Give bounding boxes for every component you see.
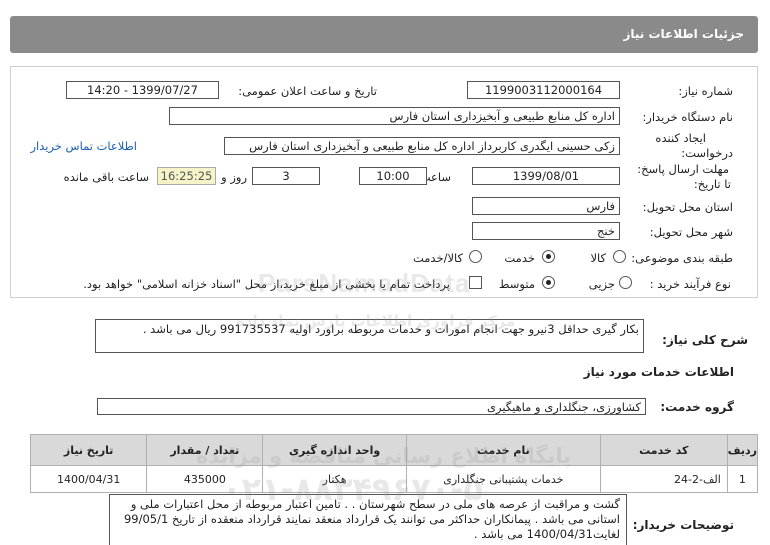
cell-date: 1400/04/31 — [29, 465, 148, 493]
cell-code: الف-2-24 — [599, 465, 728, 493]
cell-name: خدمات پشتیبانی جنگلداری — [405, 465, 601, 493]
summary-field: بکار گیری حداقل 3نیرو جهت انجام امورات و… — [95, 319, 644, 353]
days-remaining-field: 3 — [252, 167, 320, 185]
deadline-time-field: 10:00 — [359, 167, 427, 185]
buyer-field: اداره کل منابع طبیعی و آبخیزداری استان ف… — [169, 107, 620, 125]
col-header-row: ردیف — [726, 434, 759, 466]
col-header-date: تاریخ نیاز — [29, 434, 148, 466]
announce-date-field: 1399/07/27 - 14:20 — [66, 81, 219, 99]
col-header-name: نام خدمت — [405, 434, 601, 466]
process-radio-medium[interactable] — [542, 276, 555, 289]
province-field: فارس — [472, 197, 620, 215]
creator-field: زکی حسینی ایگدری کاربرداز اداره کل منابع… — [224, 137, 620, 155]
category-option-service: خدمت — [504, 251, 535, 265]
announce-date-label: تاریخ و ساعت اعلان عمومی: — [238, 84, 377, 98]
city-label: شهر محل تحویل: — [649, 225, 733, 239]
buyer-notes-label: توضیحات خریدار: — [632, 518, 734, 532]
table-header-row: ردیف کد خدمت نام خدمت واحد اندازه گیری ت… — [29, 434, 759, 466]
col-header-unit: واحد اندازه گیری — [262, 434, 407, 466]
need-number-label: شماره نیاز: — [678, 84, 733, 98]
services-section-title: اطلاعات خدمات مورد نیاز — [583, 365, 734, 379]
province-label: استان محل تحویل: — [642, 200, 733, 214]
deadline-date-field: 1399/08/01 — [472, 167, 620, 185]
cell-row: 1 — [726, 465, 759, 493]
category-option-goods: کالا — [590, 251, 606, 265]
summary-label: شرح کلی نیاز: — [662, 333, 748, 347]
remaining-time-label: ساعت باقی مانده — [63, 170, 149, 184]
service-group-label: گروه خدمت: — [660, 400, 734, 414]
category-radio-service[interactable] — [542, 250, 555, 263]
page-header: جزئیات اطلاعات نیاز — [10, 16, 758, 53]
process-label: نوع فرآیند خرید : — [649, 277, 731, 291]
remaining-time-field: 16:25:25 — [157, 167, 216, 185]
cell-qty: 435000 — [146, 465, 264, 493]
service-group-field: کشاورزی، جنگلداری و ماهیگیری — [97, 398, 646, 415]
category-radio-goods[interactable] — [613, 250, 626, 263]
need-details-panel: شماره نیاز: 1199003112000164 تاریخ و ساع… — [10, 66, 758, 298]
city-field: خنج — [472, 222, 620, 240]
need-number-field: 1199003112000164 — [467, 81, 620, 99]
category-option-goods-service: کالا/خدمت — [412, 251, 463, 265]
deadline-label-line1: مهلت ارسال پاسخ: — [637, 162, 729, 176]
cell-unit: هکتار — [262, 465, 407, 493]
buyer-notes-field: گشت و مراقبت از عرصه های ملی در سطح شهرس… — [109, 494, 627, 545]
col-header-code: کد خدمت — [599, 434, 728, 466]
process-option-minor: جزیی — [588, 277, 615, 291]
table-row: 1 الف-2-24 خدمات پشتیبانی جنگلداری هکتار… — [29, 465, 759, 493]
process-option-medium: متوسط — [498, 277, 535, 291]
buyer-contact-link[interactable]: اطلاعات تماس خریدار — [30, 139, 137, 153]
treasury-payment-note: پرداخت تمام یا بخشی از مبلغ خرید،از محل … — [83, 277, 450, 291]
creator-label-line1: ایجاد کننده — [655, 131, 706, 145]
days-label: روز و — [221, 170, 247, 184]
treasury-payment-checkbox[interactable] — [469, 276, 482, 289]
services-table: ردیف کد خدمت نام خدمت واحد اندازه گیری ت… — [29, 434, 759, 493]
buyer-label: نام دستگاه خریدار: — [642, 110, 733, 124]
creator-label-line2: درخواست: — [681, 146, 733, 160]
col-header-qty: تعداد / مقدار — [146, 434, 264, 466]
process-radio-minor[interactable] — [619, 276, 632, 289]
category-radio-goods-service[interactable] — [469, 250, 482, 263]
category-label: طبقه بندی موضوعی: — [631, 251, 733, 265]
page-title: جزئیات اطلاعات نیاز — [623, 27, 744, 41]
deadline-label-line2: تا تاریخ: — [693, 177, 731, 191]
